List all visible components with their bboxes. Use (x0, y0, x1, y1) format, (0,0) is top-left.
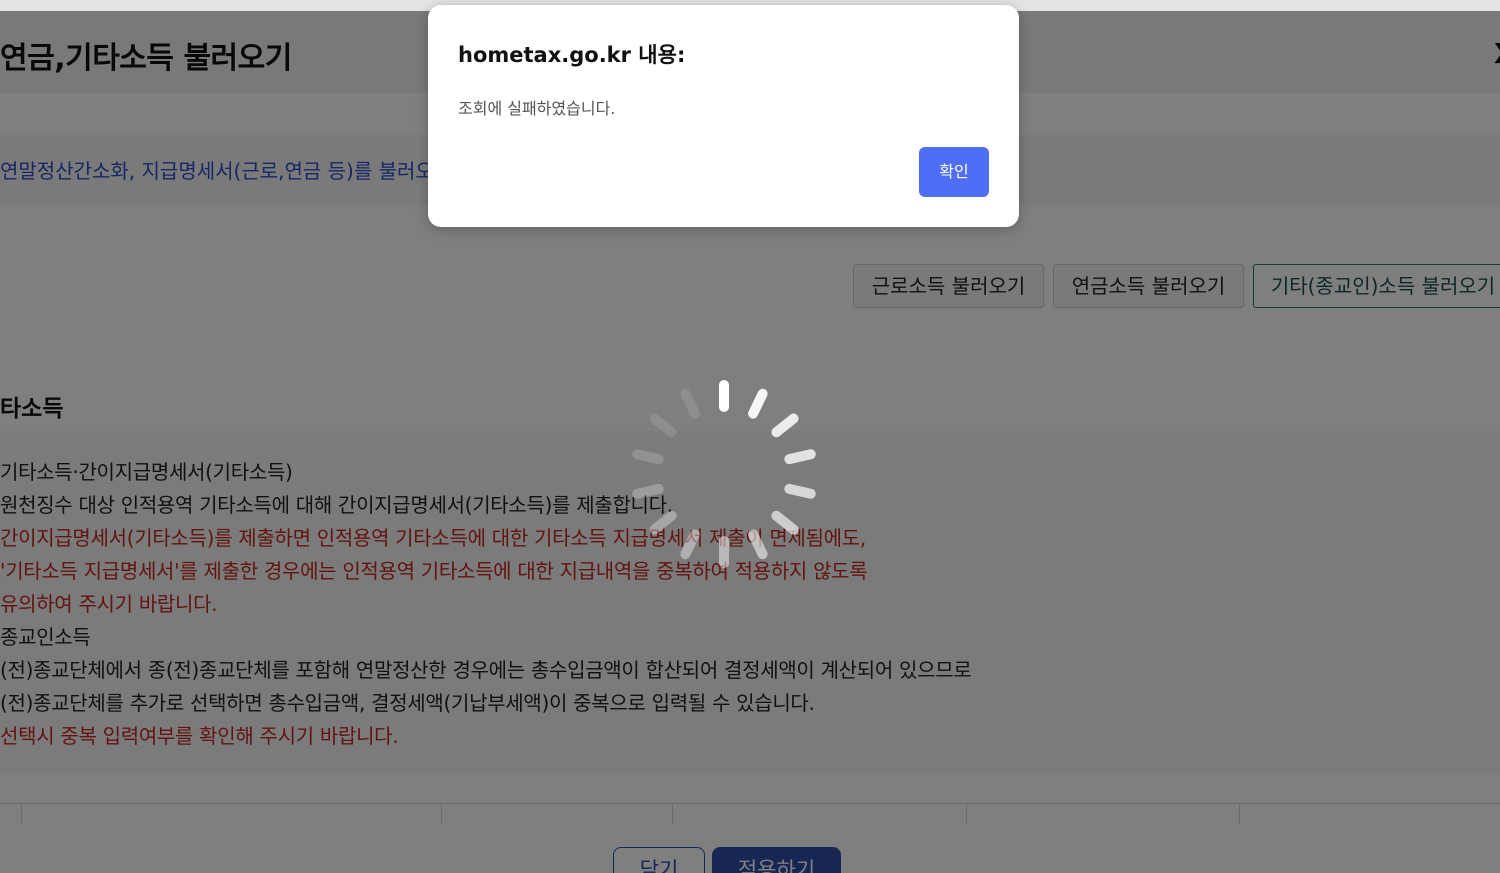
alert-title: hometax.go.kr 내용: (458, 43, 686, 67)
spinner-dash (649, 413, 677, 438)
spinner-dash (632, 449, 664, 465)
spinner-dash (632, 483, 664, 499)
spinner-dash (748, 388, 768, 419)
spinner-dash (719, 380, 729, 412)
alert-message: 조회에 실패하였습니다. (458, 99, 616, 118)
spinner-dash (649, 510, 677, 535)
spinner-dash (784, 483, 816, 499)
spinner-dash (748, 529, 768, 560)
spinner-dash (771, 413, 799, 438)
confirm-button[interactable]: 확인 (919, 147, 989, 197)
spinner-dash (719, 536, 729, 568)
spinner-dash (680, 529, 700, 560)
spinner-dash (771, 510, 799, 535)
alert-dialog: hometax.go.kr 내용: 조회에 실패하였습니다. 확인 (428, 5, 1019, 227)
spinner-dash (784, 449, 816, 465)
spinner-dash (680, 388, 700, 419)
loading-spinner-icon (632, 380, 816, 568)
